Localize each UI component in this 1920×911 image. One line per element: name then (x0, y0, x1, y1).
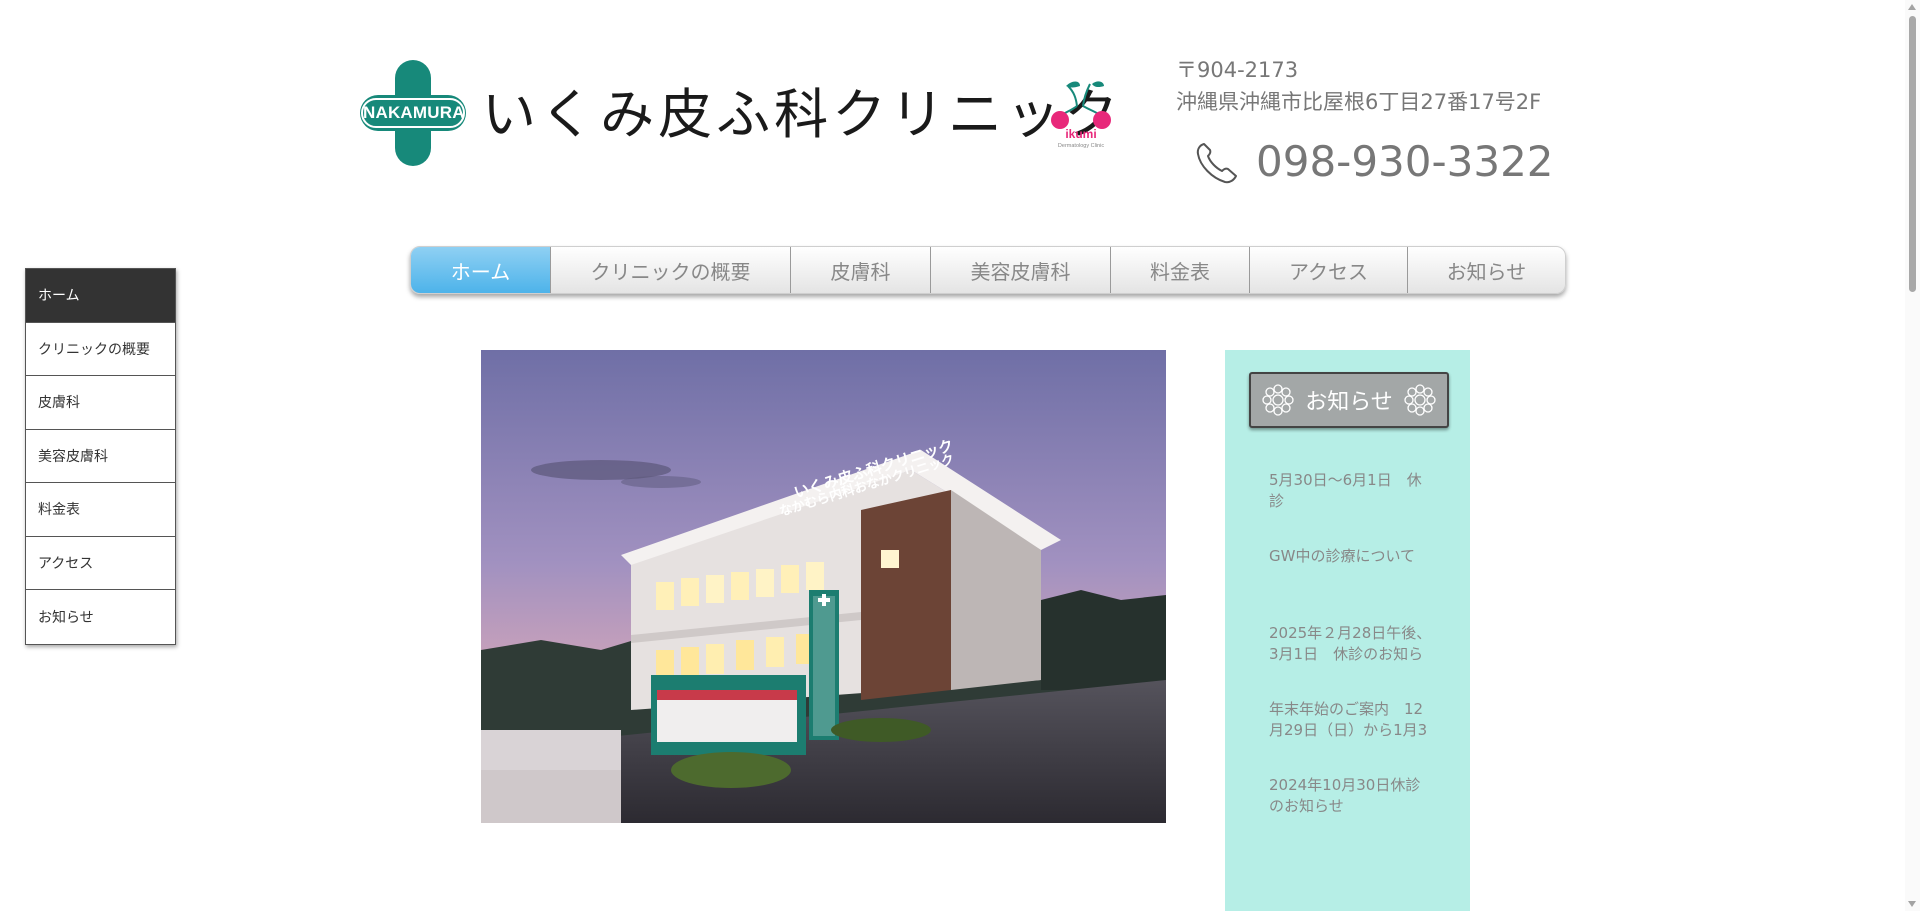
scrollbar-thumb[interactable] (1909, 16, 1916, 292)
top-navigation: ホーム クリニックの概要 皮膚科 美容皮膚科 料金表 アクセス お知らせ (410, 246, 1566, 294)
cherry-icon: ikumi Dermatology Clinic (1051, 81, 1111, 149)
cherry-logo: ikumi Dermatology Clinic (1046, 80, 1116, 154)
side-navigation: ホーム クリニックの概要 皮膚科 美容皮膚科 料金表 アクセス お知らせ (25, 268, 176, 645)
scroll-up-arrow-icon[interactable] (1908, 4, 1916, 10)
address-block: 〒904-2173 沖縄県沖縄市比屋根6丁目27番17号2F (1176, 54, 1541, 118)
postal-code: 〒904-2173 (1176, 58, 1299, 82)
clinic-name: いくみ皮ふ科クリニック (482, 83, 1123, 146)
nav-access[interactable]: アクセス (1250, 247, 1408, 293)
logo-badge-text: NAKAMURA (361, 98, 465, 128)
phone-number[interactable]: 098-930-3322 (1256, 136, 1554, 188)
news-panel: お知らせ 5月30日〜6月1日 休診 GW中の診療について 2025年２月28日… (1225, 350, 1470, 911)
street-address: 沖縄県沖縄市比屋根6丁目27番17号2F (1176, 90, 1542, 114)
side-nav-cosmetic-dermatology[interactable]: 美容皮膚科 (26, 430, 175, 483)
side-nav-clinic-overview[interactable]: クリニックの概要 (26, 323, 175, 376)
nav-cosmetic-dermatology[interactable]: 美容皮膚科 (931, 247, 1111, 293)
nav-dermatology[interactable]: 皮膚科 (791, 247, 931, 293)
nav-news[interactable]: お知らせ (1408, 247, 1565, 293)
news-item[interactable]: 2024年10月30日休診のお知らせ (1269, 775, 1434, 817)
side-nav-dermatology[interactable]: 皮膚科 (26, 376, 175, 430)
flower-ornament-icon (1404, 384, 1436, 416)
clinic-building-photo: いくみ皮ふ科クリニック なかむら内科おなかクリニック (481, 350, 1166, 823)
page-scrollbar[interactable] (1905, 0, 1920, 911)
news-item[interactable]: 年末年始のご案内 12月29日（日）から1月3日（金）まで休診 (1269, 699, 1434, 741)
news-title: お知らせ (1305, 390, 1393, 415)
side-nav-price-list[interactable]: 料金表 (26, 483, 175, 537)
flower-ornament-icon (1262, 384, 1294, 416)
nav-price-list[interactable]: 料金表 (1111, 247, 1250, 293)
cherry-logo-subtext: Dermatology Clinic (1058, 143, 1104, 149)
nakamura-logo[interactable]: NAKAMURA (360, 60, 466, 166)
side-nav-access[interactable]: アクセス (26, 537, 175, 590)
nav-clinic-overview[interactable]: クリニックの概要 (551, 247, 791, 293)
news-item[interactable]: GW中の診療について (1269, 546, 1434, 567)
scroll-down-arrow-icon[interactable] (1908, 901, 1916, 907)
side-nav-news[interactable]: お知らせ (26, 590, 175, 644)
cherry-logo-text: ikumi (1065, 127, 1096, 141)
phone-icon (1192, 138, 1242, 188)
news-item[interactable]: 2025年２月28日午後、3月1日 休診のお知らせ (1269, 623, 1434, 665)
news-header: お知らせ (1249, 372, 1449, 428)
news-item[interactable]: 5月30日〜6月1日 休診 (1269, 470, 1434, 512)
side-nav-home[interactable]: ホーム (26, 269, 175, 323)
nav-home[interactable]: ホーム (411, 247, 551, 293)
news-list: 5月30日〜6月1日 休診 GW中の診療について 2025年２月28日午後、3月… (1269, 470, 1434, 817)
